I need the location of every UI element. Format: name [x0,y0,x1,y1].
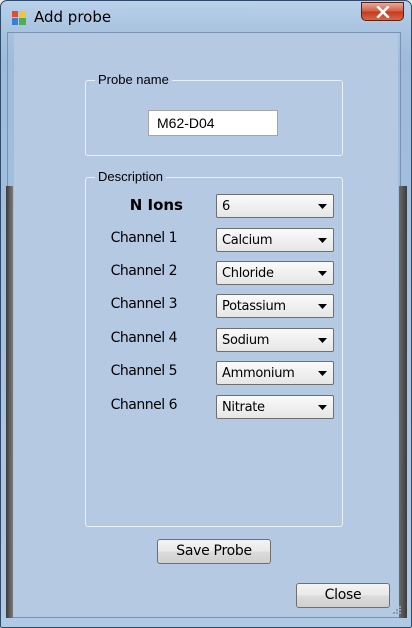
channel-1-value: Calcium [222,233,273,248]
add-probe-window: Add probe Probe name M62-D04 Description… [0,0,412,628]
channel-2-select[interactable]: Chloride [216,261,334,285]
channel-4-value: Sodium [222,333,270,348]
channel-6-value: Nitrate [222,400,265,415]
n-ions-select[interactable]: 6 [216,194,334,218]
probe-name-legend: Probe name [95,72,172,88]
channel-4-select[interactable]: Sodium [216,328,334,352]
title-bar[interactable]: Add probe [1,1,411,33]
right-frame-edge [399,186,407,618]
n-ions-label: N Ions [129,196,183,214]
chevron-down-icon [318,204,327,209]
channel-2-label: Channel 2 [110,263,178,279]
chevron-down-icon [318,304,327,309]
resize-grip-icon[interactable] [392,605,402,615]
n-ions-value: 6 [222,199,230,214]
app-window-icon [12,11,26,25]
chevron-down-icon [318,271,327,276]
channel-3-value: Potassium [222,299,286,314]
chevron-down-icon [318,405,327,410]
channel-3-select[interactable]: Potassium [216,294,334,318]
chevron-down-icon [318,371,327,376]
close-icon [376,6,390,18]
channel-1-select[interactable]: Calcium [216,228,334,252]
channel-4-label: Channel 4 [110,330,178,346]
chevron-down-icon [318,338,327,343]
save-probe-button[interactable]: Save Probe [157,539,271,564]
channel-6-label: Channel 6 [110,397,178,413]
probe-name-input[interactable]: M62-D04 [148,110,278,136]
close-button[interactable]: Close [296,583,390,608]
channel-3-label: Channel 3 [110,296,178,312]
left-frame-edge [6,186,13,618]
window-close-button[interactable] [361,2,404,21]
channel-5-select[interactable]: Ammonium [216,361,334,385]
channel-2-value: Chloride [222,266,274,281]
channel-5-value: Ammonium [222,366,295,381]
channel-6-select[interactable]: Nitrate [216,395,334,419]
window-title: Add probe [34,8,112,26]
description-legend: Description [95,169,167,185]
channel-5-label: Channel 5 [110,363,178,379]
channel-1-label: Channel 1 [110,230,178,246]
chevron-down-icon [318,238,327,243]
